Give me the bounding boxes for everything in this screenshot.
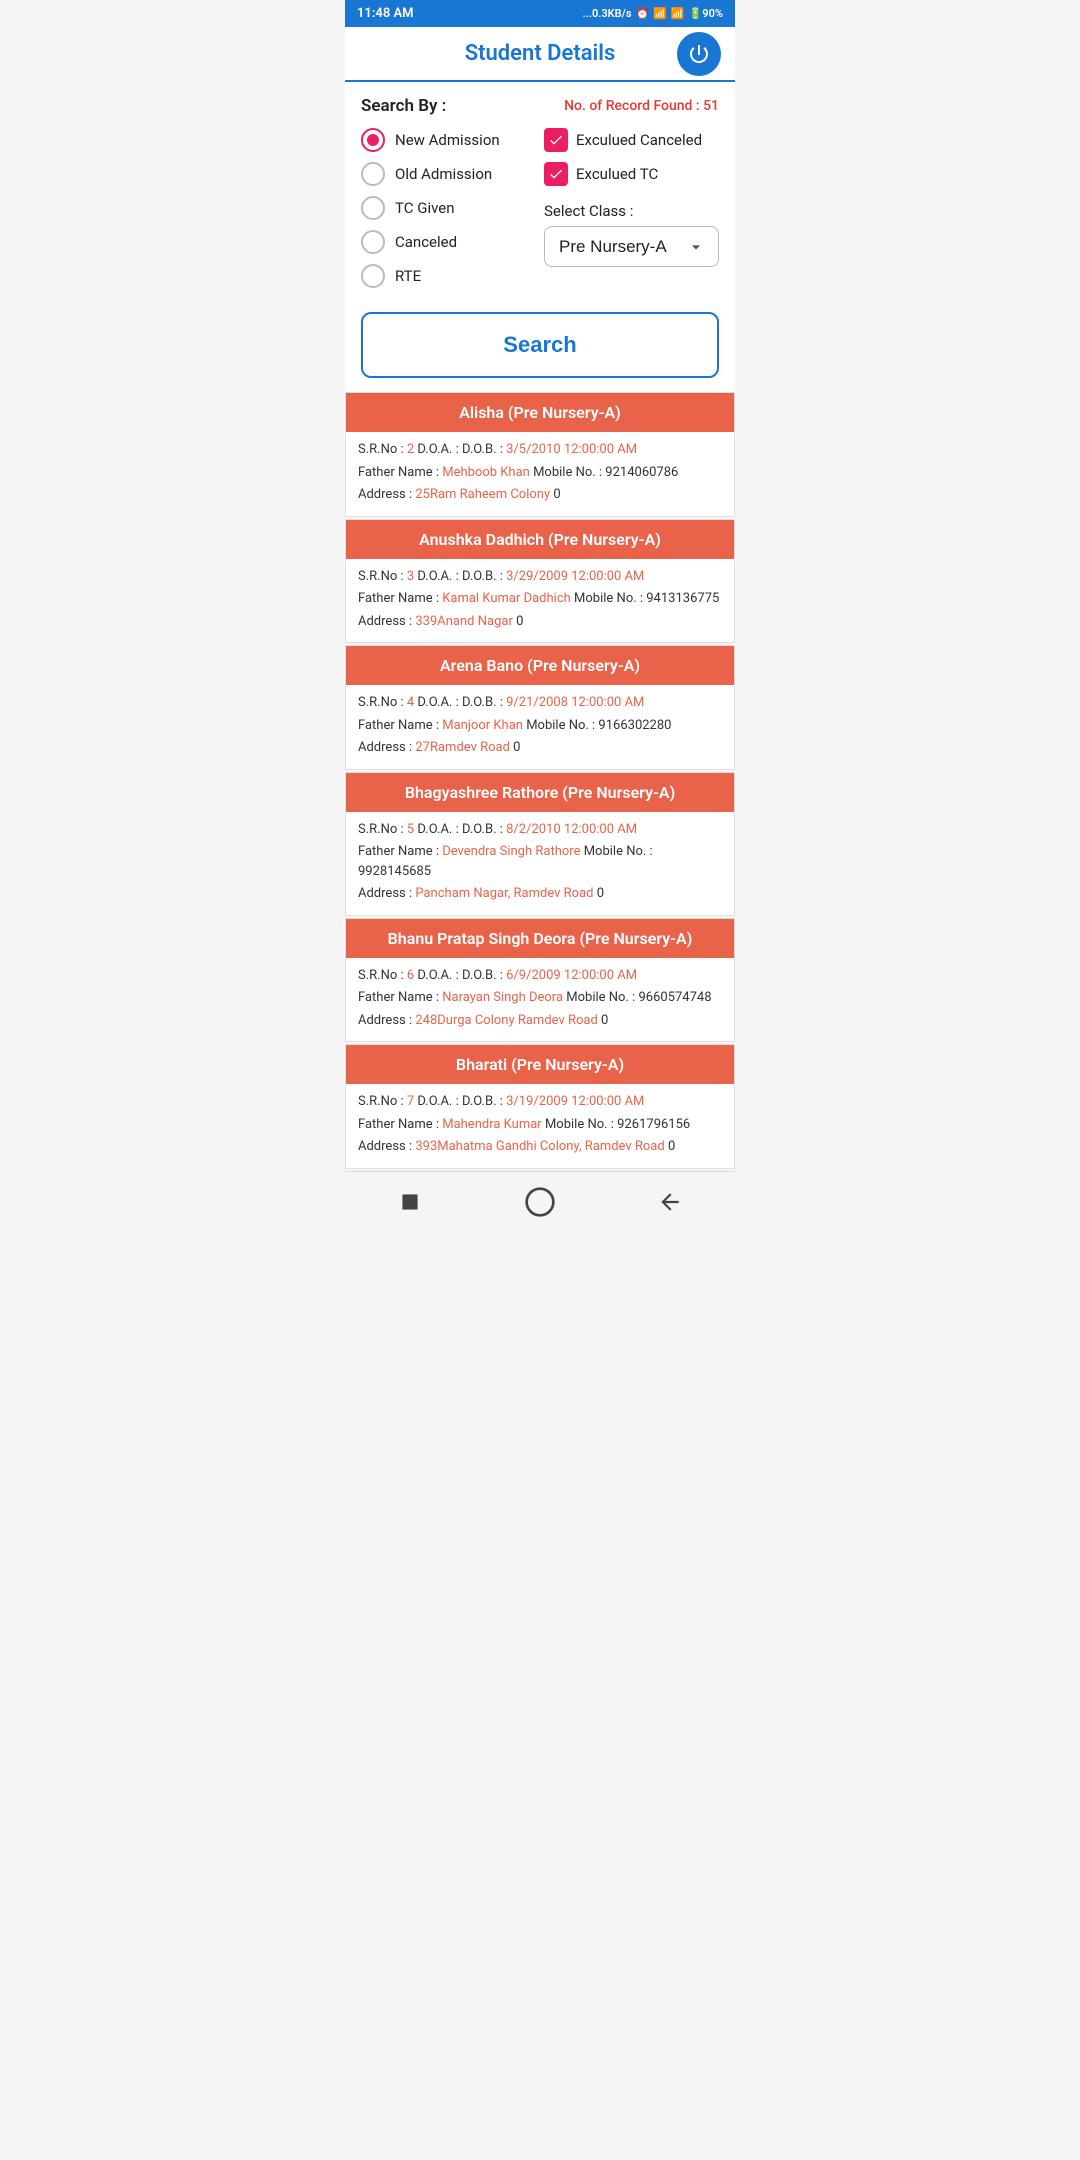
student-info-line3: Address : Pancham Nagar, Ramdev Road 0 (358, 884, 722, 904)
checkbox-label-excluded-tc: Exculued TC (576, 165, 658, 183)
radio-group: New Admission Old Admission TC Given Can… (361, 128, 536, 288)
checkbox-excluded-tc[interactable]: Exculued TC (544, 162, 719, 186)
back-button[interactable] (652, 1184, 688, 1220)
wifi-icon: 📶 (671, 7, 685, 20)
search-button[interactable]: Search (361, 312, 719, 378)
checkbox-excluded-canceled[interactable]: Exculued Canceled (544, 128, 719, 152)
student-name: Bhanu Pratap Singh Deora (Pre Nursery-A) (388, 929, 693, 948)
radio-label-new-admission: New Admission (395, 131, 500, 149)
filter-area: New Admission Old Admission TC Given Can… (361, 128, 719, 288)
checkbox-box-excluded-tc (544, 162, 568, 186)
student-card-body: S.R.No : 5 D.O.A. : D.O.B. : 8/2/2010 12… (346, 812, 734, 915)
record-count: No. of Record Found : 51 (564, 98, 719, 114)
student-info-line3: Address : 25Ram Raheem Colony 0 (358, 485, 722, 505)
checkbox-group: Exculued Canceled Exculued TC Select Cla… (544, 128, 719, 288)
page-title: Student Details (465, 41, 616, 66)
student-card-header: Bhagyashree Rathore (Pre Nursery-A) (346, 773, 734, 812)
radio-label-tc-given: TC Given (395, 199, 455, 217)
navigation-bar (345, 1171, 735, 1232)
search-button-wrap: Search (345, 298, 735, 392)
radio-circle-new-admission (361, 128, 385, 152)
student-card-header: Anushka Dadhich (Pre Nursery-A) (346, 520, 734, 559)
class-select[interactable]: Pre Nursery-A Pre Nursery-B Nursery-A Nu… (544, 226, 719, 267)
student-info-line2: Father Name : Manjoor Khan Mobile No. : … (358, 716, 722, 736)
student-info-line1: S.R.No : 7 D.O.A. : D.O.B. : 3/19/2009 1… (358, 1092, 722, 1112)
checkbox-box-excluded-canceled (544, 128, 568, 152)
student-info-line2: Father Name : Narayan Singh Deora Mobile… (358, 988, 722, 1008)
student-name: Bharati (Pre Nursery-A) (456, 1055, 624, 1074)
student-info-line3: Address : 393Mahatma Gandhi Colony, Ramd… (358, 1137, 722, 1157)
student-card-header: Alisha (Pre Nursery-A) (346, 393, 734, 432)
signal-icon: 📶 (653, 7, 667, 20)
student-card-header: Arena Bano (Pre Nursery-A) (346, 646, 734, 685)
search-section: Search By : No. of Record Found : 51 New… (345, 82, 735, 298)
student-card[interactable]: Arena Bano (Pre Nursery-A) S.R.No : 4 D.O… (345, 645, 735, 770)
network-speed: ...0.3KB/s (583, 7, 632, 20)
student-info-line1: S.R.No : 5 D.O.A. : D.O.B. : 8/2/2010 12… (358, 820, 722, 840)
class-select-label: Select Class : (544, 202, 719, 220)
search-header: Search By : No. of Record Found : 51 (361, 96, 719, 116)
student-card-header: Bharati (Pre Nursery-A) (346, 1045, 734, 1084)
radio-circle-rte (361, 264, 385, 288)
student-card-body: S.R.No : 7 D.O.A. : D.O.B. : 3/19/2009 1… (346, 1084, 734, 1168)
student-card-body: S.R.No : 2 D.O.A. : D.O.B. : 3/5/2010 12… (346, 432, 734, 516)
power-button[interactable] (677, 32, 721, 76)
search-by-label: Search By : (361, 96, 446, 116)
radio-label-canceled: Canceled (395, 233, 457, 251)
student-info-line1: S.R.No : 2 D.O.A. : D.O.B. : 3/5/2010 12… (358, 440, 722, 460)
radio-label-old-admission: Old Admission (395, 165, 492, 183)
clock-icon: ⏰ (635, 7, 649, 20)
radio-circle-tc-given (361, 196, 385, 220)
status-bar: 11:48 AM ...0.3KB/s ⏰ 📶 📶 🔋90% (345, 0, 735, 27)
student-name: Bhagyashree Rathore (Pre Nursery-A) (405, 783, 675, 802)
student-card-body: S.R.No : 3 D.O.A. : D.O.B. : 3/29/2009 1… (346, 559, 734, 643)
radio-circle-old-admission (361, 162, 385, 186)
students-list: Alisha (Pre Nursery-A) S.R.No : 2 D.O.A. … (345, 392, 735, 1171)
student-info-line1: S.R.No : 6 D.O.A. : D.O.B. : 6/9/2009 12… (358, 966, 722, 986)
student-card-header: Bhanu Pratap Singh Deora (Pre Nursery-A) (346, 919, 734, 958)
radio-circle-canceled (361, 230, 385, 254)
student-card[interactable]: Bhanu Pratap Singh Deora (Pre Nursery-A)… (345, 918, 735, 1043)
status-time: 11:48 AM (357, 6, 414, 21)
radio-new-admission[interactable]: New Admission (361, 128, 536, 152)
radio-rte[interactable]: RTE (361, 264, 536, 288)
student-info-line2: Father Name : Devendra Singh Rathore Mob… (358, 842, 722, 881)
student-card[interactable]: Bhagyashree Rathore (Pre Nursery-A) S.R.N… (345, 772, 735, 916)
student-info-line3: Address : 27Ramdev Road 0 (358, 738, 722, 758)
student-card[interactable]: Alisha (Pre Nursery-A) S.R.No : 2 D.O.A. … (345, 392, 735, 517)
student-name: Alisha (Pre Nursery-A) (459, 403, 621, 422)
student-info-line1: S.R.No : 3 D.O.A. : D.O.B. : 3/29/2009 1… (358, 567, 722, 587)
student-card[interactable]: Bharati (Pre Nursery-A) S.R.No : 7 D.O.A.… (345, 1044, 735, 1169)
status-bar-right: ...0.3KB/s ⏰ 📶 📶 🔋90% (583, 7, 723, 20)
student-info-line2: Father Name : Mahendra Kumar Mobile No. … (358, 1115, 722, 1135)
student-info-line3: Address : 339Anand Nagar 0 (358, 612, 722, 632)
home-button[interactable] (522, 1184, 558, 1220)
radio-label-rte: RTE (395, 267, 421, 285)
student-info-line3: Address : 248Durga Colony Ramdev Road 0 (358, 1011, 722, 1031)
header: Student Details (345, 27, 735, 82)
student-info-line2: Father Name : Mehboob Khan Mobile No. : … (358, 463, 722, 483)
stop-button[interactable] (392, 1184, 428, 1220)
student-info-line2: Father Name : Kamal Kumar Dadhich Mobile… (358, 589, 722, 609)
checkbox-label-excluded-canceled: Exculued Canceled (576, 131, 702, 149)
student-name: Anushka Dadhich (Pre Nursery-A) (419, 530, 661, 549)
radio-tc-given[interactable]: TC Given (361, 196, 536, 220)
battery-icon: 🔋90% (689, 7, 723, 20)
student-name: Arena Bano (Pre Nursery-A) (440, 656, 640, 675)
student-info-line1: S.R.No : 4 D.O.A. : D.O.B. : 9/21/2008 1… (358, 693, 722, 713)
class-select-area: Select Class : Pre Nursery-A Pre Nursery… (544, 202, 719, 267)
student-card[interactable]: Anushka Dadhich (Pre Nursery-A) S.R.No : … (345, 519, 735, 644)
radio-old-admission[interactable]: Old Admission (361, 162, 536, 186)
radio-canceled[interactable]: Canceled (361, 230, 536, 254)
student-card-body: S.R.No : 4 D.O.A. : D.O.B. : 9/21/2008 1… (346, 685, 734, 769)
student-card-body: S.R.No : 6 D.O.A. : D.O.B. : 6/9/2009 12… (346, 958, 734, 1042)
